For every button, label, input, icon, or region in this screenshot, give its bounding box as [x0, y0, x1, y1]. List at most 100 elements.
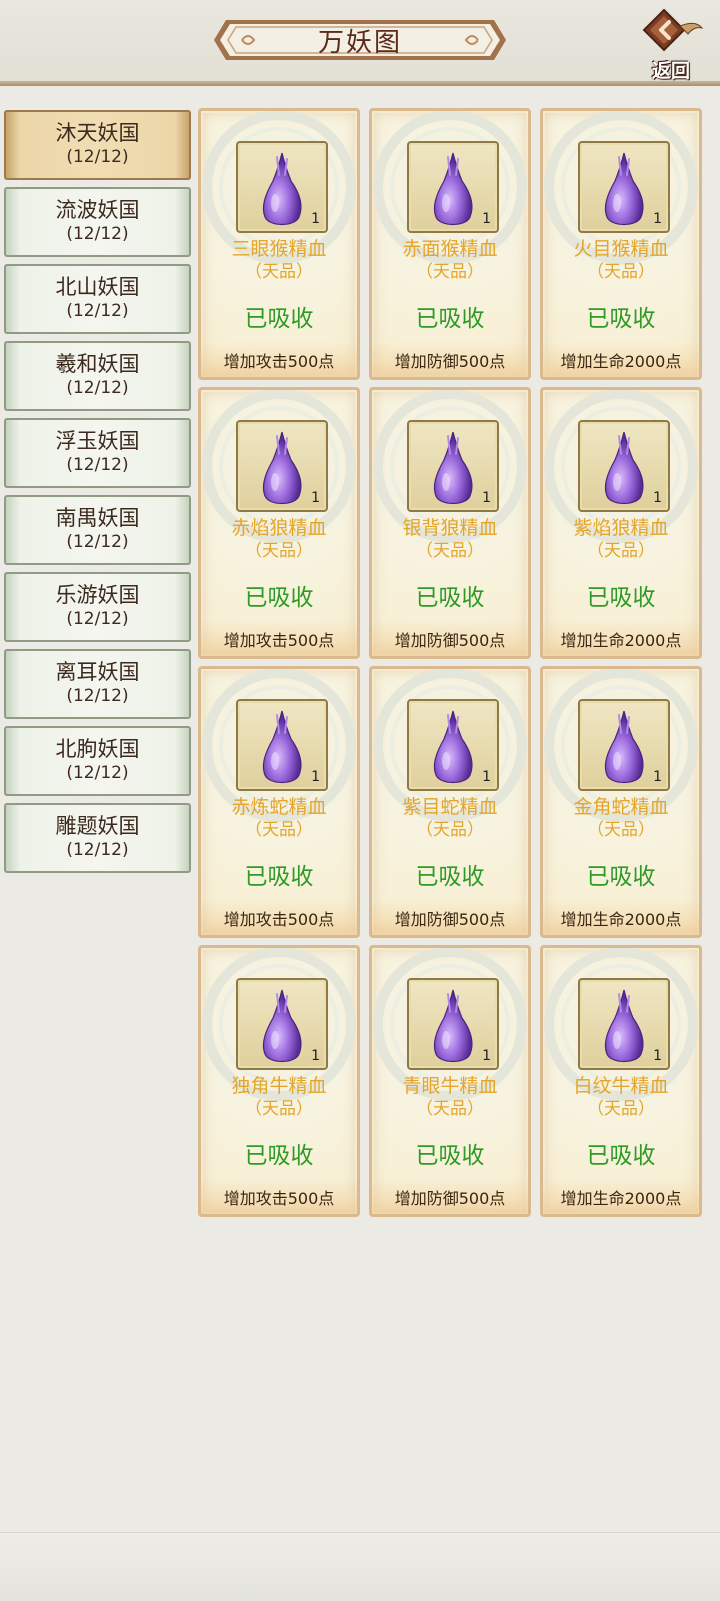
sidebar-item-beishan[interactable]: 北山妖国 (12/12) [4, 264, 191, 334]
bottom-band [0, 1532, 720, 1601]
purple-blood-drop-icon [262, 431, 302, 505]
essence-card[interactable]: 1 火目猴精血 （天品） 已吸收 增加生命2000点 [540, 108, 702, 380]
item-slot[interactable]: 1 [407, 699, 499, 791]
absorbed-status: 已吸收 [244, 585, 314, 611]
absorbed-status: 已吸收 [244, 864, 314, 890]
essence-card[interactable]: 1 赤焰狼精血 （天品） 已吸收 增加攻击500点 [198, 387, 360, 659]
sidebar-item-count: (12/12) [66, 609, 129, 629]
sidebar-item-count: (12/12) [66, 840, 129, 860]
essence-card[interactable]: 1 赤炼蛇精血 （天品） 已吸收增加攻击500点 [198, 666, 360, 938]
item-slot[interactable]: 1 [407, 141, 499, 233]
item-slot[interactable]: 1 [578, 420, 670, 512]
sidebar-item-lier[interactable]: 离耳妖国 (12/12) [4, 649, 191, 719]
item-name: 白纹牛精血 [573, 1075, 669, 1097]
item-name: 紫目蛇精血 [402, 796, 498, 818]
essence-card[interactable]: 1 紫焰狼精血 （天品） 已吸收 增加生命2000点 [540, 387, 702, 659]
item-slot[interactable]: 1 [236, 420, 328, 512]
absorbed-status: 已吸收 [415, 864, 485, 890]
sidebar-item-label: 羲和妖国 [55, 352, 140, 376]
item-slot[interactable]: 1 [236, 978, 328, 1070]
essence-card[interactable]: 1 金角蛇精血 （天品） 已吸收 增加生命2000点 [540, 666, 702, 938]
essence-card[interactable]: 1 青眼牛精血 （天品） 已吸收 增加防御500点 [369, 945, 531, 1217]
item-slot[interactable]: 1 [407, 978, 499, 1070]
stat-bonus: 增加攻击500点 [223, 631, 335, 650]
item-grade: （天品） [416, 820, 484, 840]
stat-bonus: 增加防御500点 [394, 1189, 506, 1208]
item-slot[interactable]: 1 [578, 699, 670, 791]
essence-card[interactable]: 1 赤面猴精血 （天品） 已吸收增加防御500点 [369, 108, 531, 380]
back-button[interactable]: 返回 [636, 8, 706, 82]
absorbed-status: 已吸收 [586, 306, 656, 332]
item-count: 1 [653, 211, 662, 227]
item-slot[interactable]: 1 [236, 699, 328, 791]
purple-blood-drop-icon [262, 152, 302, 226]
sidebar-item-label: 北朐妖国 [55, 737, 140, 761]
stat-bonus: 增加生命2000点 [560, 352, 682, 371]
item-grade: （天品） [245, 541, 313, 561]
sidebar-item-mutian[interactable]: 沐天妖国 (12/12) [4, 110, 191, 180]
sidebar-item-count: (12/12) [66, 686, 129, 706]
purple-blood-drop-icon [433, 152, 473, 226]
item-slot[interactable]: 1 [578, 141, 670, 233]
stat-bonus: 增加防御500点 [394, 352, 506, 371]
essence-card[interactable]: 1 三眼猴精血 （天品） 已吸收 增加攻击500点 [198, 108, 360, 380]
sidebar-item-fuyu[interactable]: 浮玉妖国 (12/12) [4, 418, 191, 488]
absorbed-status: 已吸收 [586, 585, 656, 611]
purple-blood-drop-icon [433, 431, 473, 505]
stat-bonus: 增加防御500点 [394, 910, 506, 929]
sidebar-item-nanyu[interactable]: 南禺妖国 (12/12) [4, 495, 191, 565]
item-count: 1 [482, 1048, 491, 1064]
essence-card[interactable]: 1 紫目蛇精血 （天品） 已吸收增加防御500点 [369, 666, 531, 938]
purple-blood-drop-icon [604, 710, 644, 784]
item-count: 1 [653, 1048, 662, 1064]
item-slot[interactable]: 1 [578, 978, 670, 1070]
sidebar-item-count: (12/12) [66, 455, 129, 475]
item-count: 1 [482, 769, 491, 785]
absorbed-status: 已吸收 [415, 306, 485, 332]
item-grade: （天品） [245, 262, 313, 282]
item-count: 1 [653, 490, 662, 506]
sidebar-item-leyou[interactable]: 乐游妖国 (12/12) [4, 572, 191, 642]
stat-bonus: 增加生命2000点 [560, 910, 682, 929]
sidebar-item-beiqu[interactable]: 北朐妖国 (12/12) [4, 726, 191, 796]
sidebar-item-liubo[interactable]: 流波妖国 (12/12) [4, 187, 191, 257]
purple-blood-drop-icon [262, 710, 302, 784]
essence-card[interactable]: 1 银背狼精血 （天品） 已吸收 增加防御500点 [369, 387, 531, 659]
item-count: 1 [311, 1048, 320, 1064]
sidebar-item-label: 浮玉妖国 [55, 429, 140, 453]
item-name: 赤面猴精血 [402, 238, 498, 260]
back-button-label: 返回 [651, 60, 690, 82]
item-name: 三眼猴精血 [231, 238, 327, 260]
title-plaque: 万妖图 [212, 16, 508, 64]
sidebar-item-count: (12/12) [66, 301, 129, 321]
sidebar-item-xihe[interactable]: 羲和妖国 (12/12) [4, 341, 191, 411]
sidebar-item-label: 沐天妖国 [55, 121, 140, 145]
header-divider [0, 81, 720, 86]
absorbed-status: 已吸收 [415, 1143, 485, 1169]
essence-card[interactable]: 1 独角牛精血 （天品） 已吸收 增加攻击500点 [198, 945, 360, 1217]
purple-blood-drop-icon [604, 152, 644, 226]
sidebar-item-diaoti[interactable]: 雕题妖国 (12/12) [4, 803, 191, 873]
item-grade: （天品） [245, 820, 313, 840]
absorbed-status: 已吸收 [244, 1143, 314, 1169]
item-grade: （天品） [416, 262, 484, 282]
page-title: 万妖图 [317, 27, 402, 58]
essence-card[interactable]: 1 白纹牛精血 （天品） 已吸收 增加生命2000点 [540, 945, 702, 1217]
item-count: 1 [482, 490, 491, 506]
item-grade: （天品） [416, 1099, 484, 1119]
sidebar-item-count: (12/12) [66, 378, 129, 398]
sidebar-item-label: 雕题妖国 [55, 814, 140, 838]
stat-bonus: 增加攻击500点 [223, 910, 335, 929]
item-grade: （天品） [587, 262, 655, 282]
item-name: 赤炼蛇精血 [231, 796, 327, 818]
item-slot[interactable]: 1 [236, 141, 328, 233]
item-grade: （天品） [587, 820, 655, 840]
absorbed-status: 已吸收 [415, 585, 485, 611]
sidebar-item-count: (12/12) [66, 532, 129, 552]
purple-blood-drop-icon [433, 989, 473, 1063]
item-count: 1 [653, 769, 662, 785]
item-grade: （天品） [416, 541, 484, 561]
item-slot[interactable]: 1 [407, 420, 499, 512]
sidebar-item-label: 离耳妖国 [55, 660, 140, 684]
stat-bonus: 增加生命2000点 [560, 631, 682, 650]
